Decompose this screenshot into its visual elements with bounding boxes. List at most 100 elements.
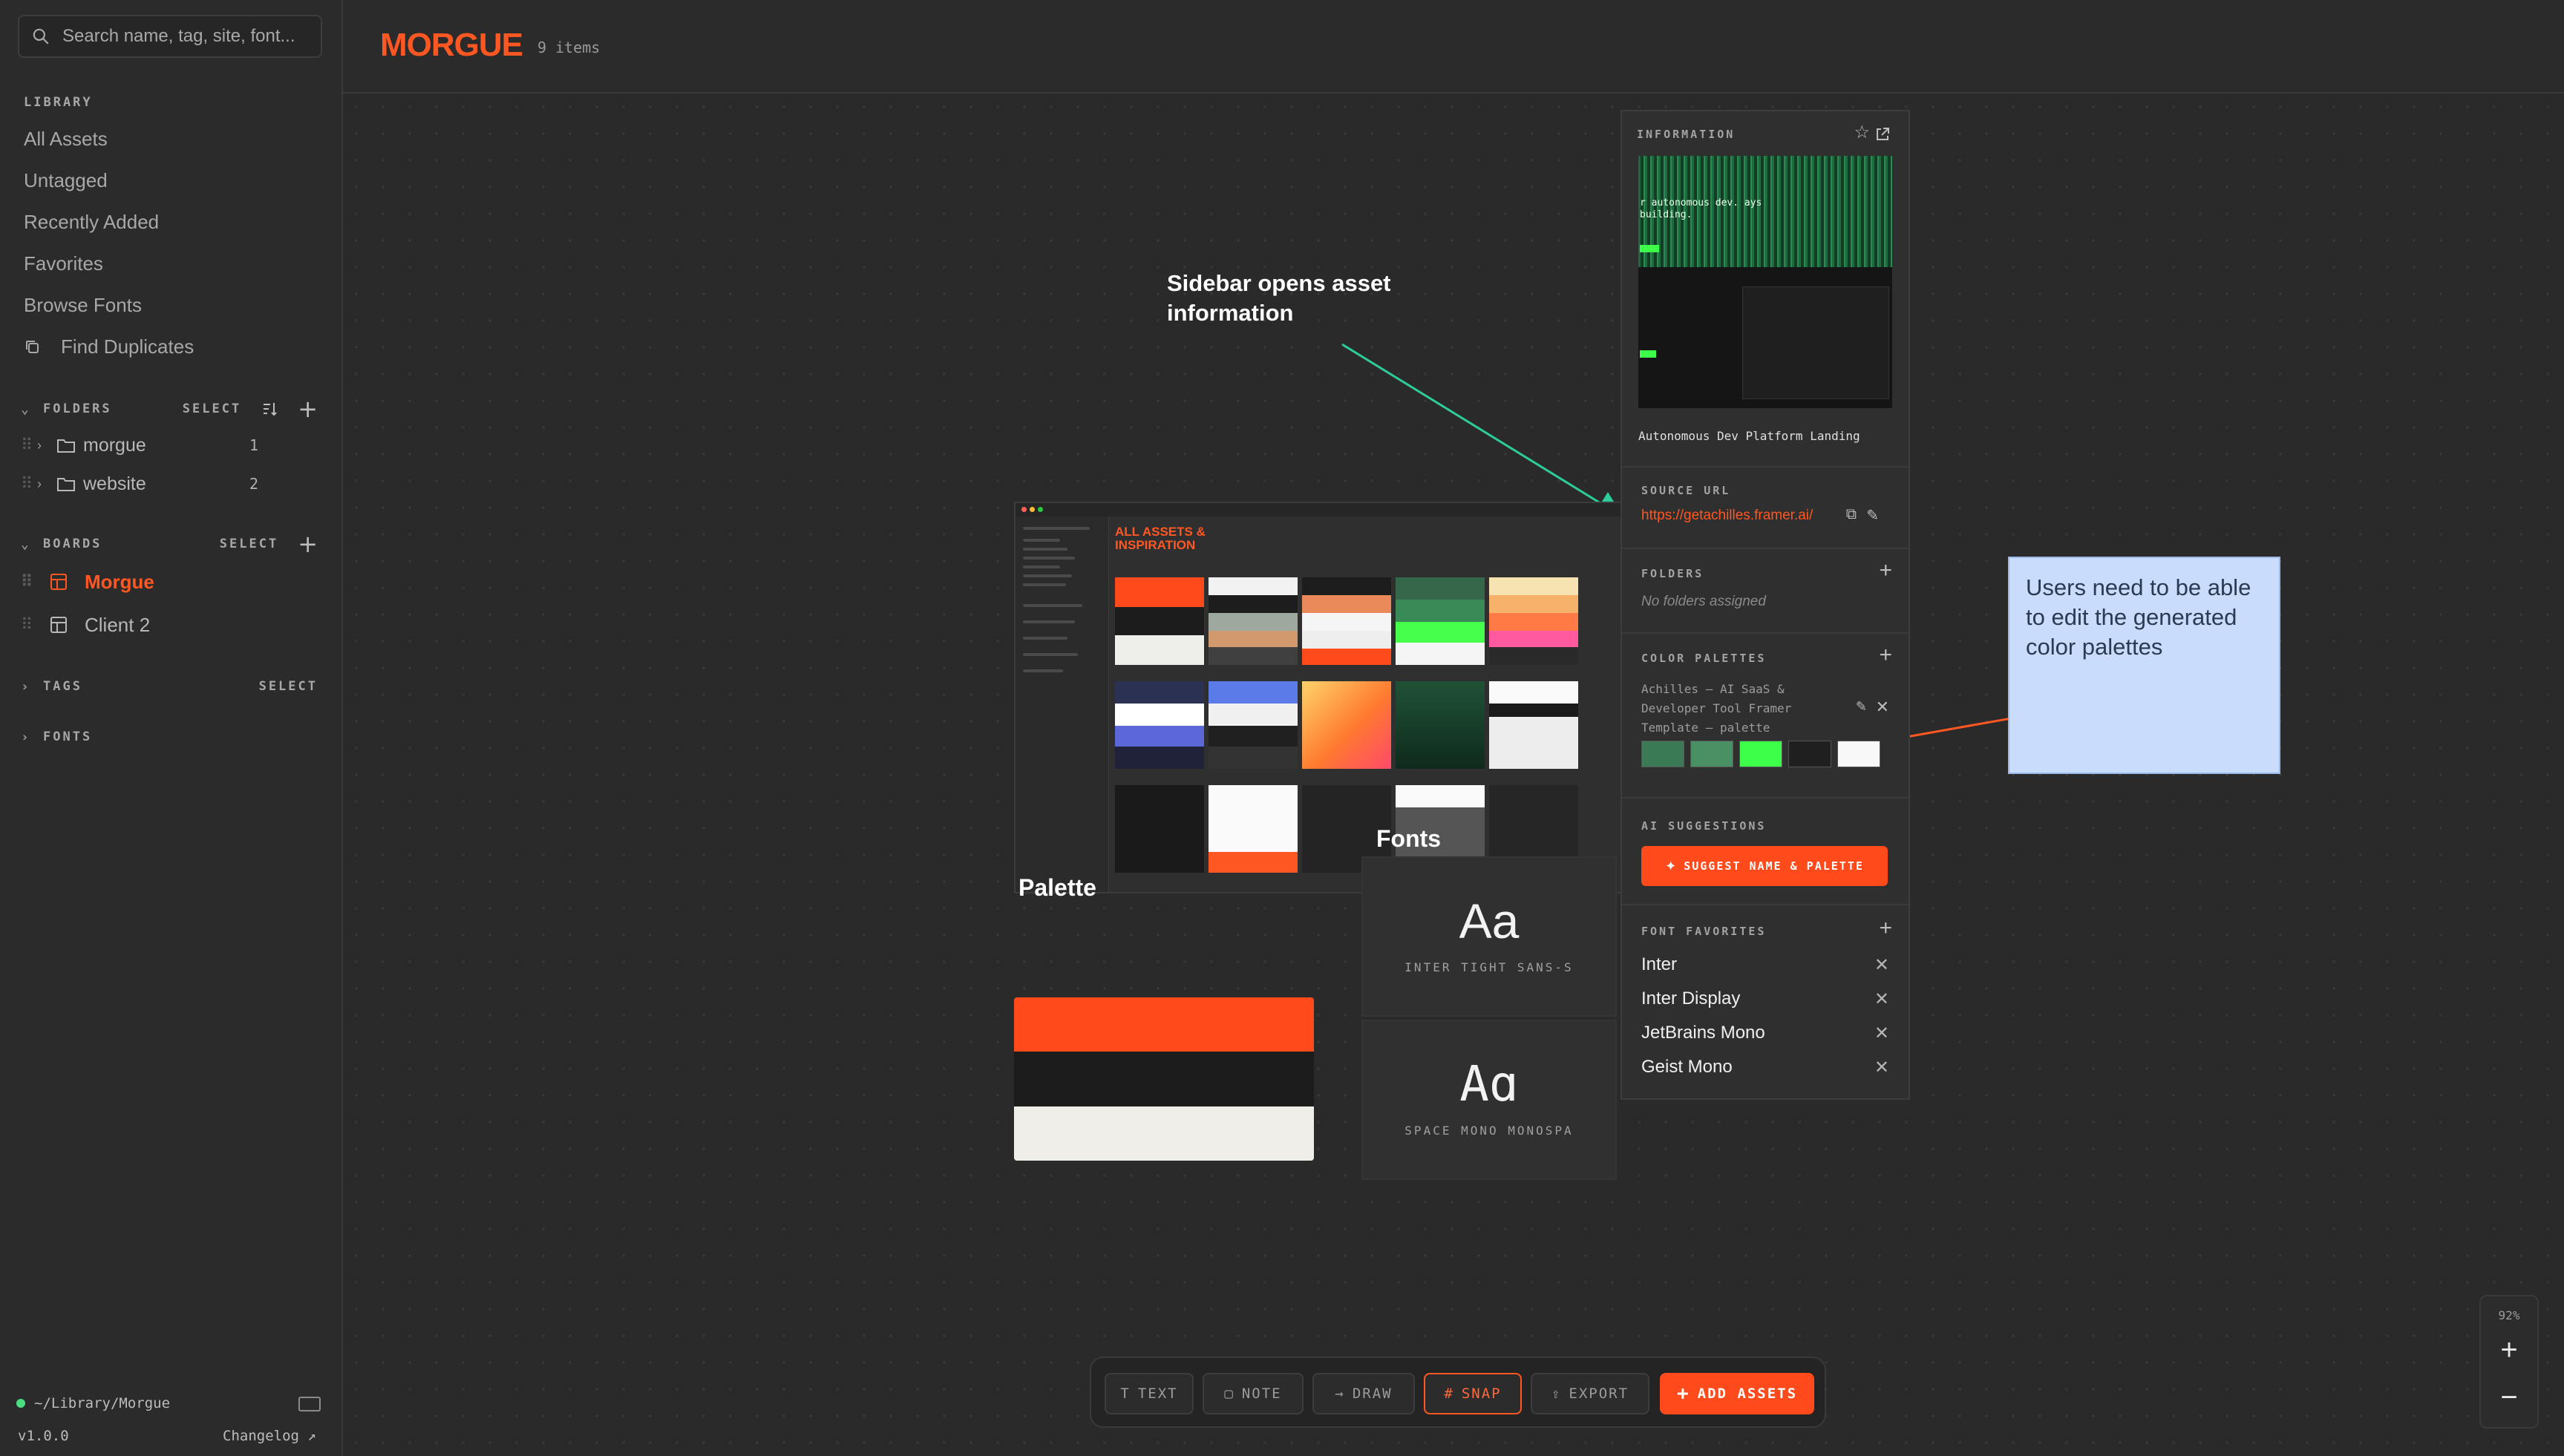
board-icon xyxy=(50,617,67,633)
snap-toggle-button[interactable]: # SNAP xyxy=(1424,1373,1522,1414)
add-folder-button[interactable]: + xyxy=(1879,558,1892,583)
status-dot xyxy=(16,1399,25,1408)
zoom-out-button[interactable]: − xyxy=(2481,1381,2537,1414)
nav-favorites[interactable]: Favorites xyxy=(24,252,103,275)
boards-section-header[interactable]: ⌄ BOARDS SELECT + xyxy=(21,530,318,558)
keyboard-icon[interactable] xyxy=(298,1397,321,1411)
board-item-morgue[interactable]: ⠿ Morgue xyxy=(21,565,154,598)
fonts-section-header[interactable]: › FONTS xyxy=(21,726,318,748)
folders-select-button[interactable]: SELECT xyxy=(183,401,241,416)
zoom-in-button[interactable]: + xyxy=(2481,1334,2537,1367)
tags-section-header[interactable]: › TAGS SELECT xyxy=(21,675,318,698)
nav-browse-fonts[interactable]: Browse Fonts xyxy=(24,294,142,317)
palette-swatch[interactable] xyxy=(1641,741,1684,767)
chevron-right-icon[interactable]: › xyxy=(37,476,56,492)
palette-swatch[interactable] xyxy=(1739,741,1782,767)
add-font-button[interactable]: + xyxy=(1879,916,1892,941)
palette-name[interactable]: Achilles — AI SaaS & Developer Tool Fram… xyxy=(1641,680,1842,738)
note-tool-button[interactable]: ▢ NOTE xyxy=(1203,1373,1304,1414)
text-tool-button[interactable]: T TEXT xyxy=(1105,1373,1194,1414)
asset-preview[interactable]: r autonomous dev. ays building. xyxy=(1638,156,1892,408)
folder-name: morgue xyxy=(83,434,146,456)
palette-card[interactable] xyxy=(1014,997,1314,1161)
suggest-button-label: SUGGEST NAME & PALETTE xyxy=(1684,859,1864,873)
add-palette-button[interactable]: + xyxy=(1879,643,1892,668)
palette-swatch[interactable] xyxy=(1788,741,1831,767)
add-assets-button[interactable]: + ADD ASSETS xyxy=(1660,1373,1814,1414)
folder-name: website xyxy=(83,473,146,494)
palette-swatch xyxy=(1014,1052,1314,1106)
font-specimen: Aɑ xyxy=(1459,1055,1519,1112)
text-icon: T xyxy=(1120,1386,1131,1402)
folders-label: FOLDERS xyxy=(1641,567,1704,580)
font-card[interactable]: Aa INTER TIGHT SANS-S xyxy=(1361,856,1617,1017)
remove-font-icon[interactable]: ✕ xyxy=(1874,988,1889,1010)
asset-name[interactable]: Autonomous Dev Platform Landing xyxy=(1638,429,1860,443)
edit-icon[interactable]: ✎ xyxy=(1866,506,1879,525)
suggest-name-palette-button[interactable]: ✦ SUGGEST NAME & PALETTE xyxy=(1641,846,1888,886)
drag-handle-icon[interactable]: ⠿ xyxy=(21,615,37,634)
favorite-font[interactable]: Inter xyxy=(1641,954,1677,975)
nav-find-duplicates-label: Find Duplicates xyxy=(61,335,194,358)
folder-icon xyxy=(57,478,75,491)
nav-untagged[interactable]: Untagged xyxy=(24,169,108,192)
add-folder-button[interactable]: + xyxy=(298,395,318,423)
nav-recently-added[interactable]: Recently Added xyxy=(24,211,159,234)
snap-label: SNAP xyxy=(1461,1386,1502,1402)
source-url-link[interactable]: https://getachilles.framer.ai/ xyxy=(1641,508,1813,524)
board-canvas[interactable]: Sidebar opens asset information ALL ASSE… xyxy=(343,94,2564,1456)
fonts-label: FONTS xyxy=(43,729,93,744)
tags-select-button[interactable]: SELECT xyxy=(259,679,318,694)
sparkle-icon: ✦ xyxy=(1665,858,1677,873)
folder-item[interactable]: ⠿ › website 2 xyxy=(21,469,258,499)
external-link-icon[interactable] xyxy=(1874,126,1891,142)
remove-font-icon[interactable]: ✕ xyxy=(1874,1057,1889,1078)
sort-icon[interactable] xyxy=(261,400,278,418)
search-input[interactable] xyxy=(61,25,309,47)
edit-palette-icon[interactable]: ✎ xyxy=(1856,699,1867,715)
favorite-font[interactable]: Geist Mono xyxy=(1641,1057,1733,1078)
sidebar: LIBRARY All Assets Untagged Recently Add… xyxy=(0,0,343,1456)
divider xyxy=(1622,797,1909,798)
screenshot-asset[interactable]: ALL ASSETS & INSPIRATION xyxy=(1014,502,1675,893)
folder-item[interactable]: ⠿ › morgue 1 xyxy=(21,430,258,460)
folders-section-header[interactable]: ⌄ FOLDERS SELECT + xyxy=(21,395,318,423)
font-name: INTER TIGHT SANS-S xyxy=(1404,960,1574,974)
board-item-client-2[interactable]: ⠿ Client 2 xyxy=(21,609,150,641)
chevron-down-icon: ⌄ xyxy=(21,401,31,417)
drag-handle-icon[interactable]: ⠿ xyxy=(21,572,37,591)
nav-find-duplicates[interactable]: Find Duplicates xyxy=(24,335,194,358)
font-card[interactable]: Aɑ SPACE MONO MONOSPA xyxy=(1361,1020,1617,1180)
drag-handle-icon[interactable]: ⠿ xyxy=(21,474,37,493)
chevron-right-icon[interactable]: › xyxy=(37,438,56,453)
favorite-font[interactable]: Inter Display xyxy=(1641,988,1740,1009)
screenshot-title: ALL ASSETS & INSPIRATION xyxy=(1115,525,1206,552)
annotation-text-sidebar[interactable]: Sidebar opens asset information xyxy=(1167,269,1404,328)
palette-swatch[interactable] xyxy=(1690,741,1733,767)
sticky-note[interactable]: Users need to be able to edit the genera… xyxy=(2008,557,2280,774)
item-count: 9 items xyxy=(537,39,601,56)
favorite-font[interactable]: JetBrains Mono xyxy=(1641,1023,1765,1043)
drag-handle-icon[interactable]: ⠿ xyxy=(21,436,37,455)
font-specimen: Aa xyxy=(1459,893,1520,948)
remove-palette-icon[interactable]: ✕ xyxy=(1876,698,1889,717)
open-link-icon[interactable]: ⧉ xyxy=(1846,506,1857,523)
duplicate-icon xyxy=(26,340,39,353)
folder-icon xyxy=(57,439,75,453)
boards-select-button[interactable]: SELECT xyxy=(220,537,278,551)
chevron-right-icon: › xyxy=(21,678,31,695)
draw-tool-label: DRAW xyxy=(1352,1386,1393,1402)
sticky-note-text[interactable]: Users need to be able to edit the genera… xyxy=(2026,573,2271,662)
tags-label: TAGS xyxy=(43,679,82,694)
add-board-button[interactable]: + xyxy=(298,530,318,558)
nav-all-assets[interactable]: All Assets xyxy=(24,128,108,151)
draw-tool-button[interactable]: → DRAW xyxy=(1312,1373,1415,1414)
export-button[interactable]: ⇪ EXPORT xyxy=(1531,1373,1649,1414)
remove-font-icon[interactable]: ✕ xyxy=(1874,1023,1889,1044)
header: MORGUE 9 items xyxy=(343,0,2564,94)
search-box[interactable] xyxy=(18,15,322,58)
remove-font-icon[interactable]: ✕ xyxy=(1874,954,1889,976)
changelog-link[interactable]: Changelog ↗ xyxy=(223,1428,316,1444)
palette-swatch[interactable] xyxy=(1837,741,1880,767)
star-icon[interactable]: ☆ xyxy=(1854,122,1870,143)
